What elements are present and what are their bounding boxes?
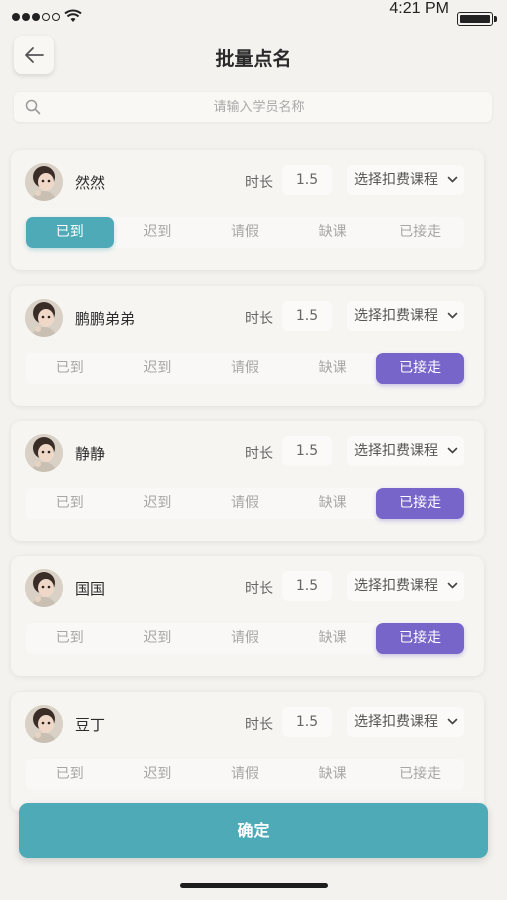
course-select-label: 选择扣费课程: [354, 578, 438, 594]
avatar: [25, 705, 63, 743]
duration-input[interactable]: [282, 301, 332, 331]
search-input[interactable]: [54, 92, 464, 122]
course-select[interactable]: 选择扣费课程: [347, 571, 464, 601]
chevron-down-icon: [447, 176, 458, 183]
nav-bar: 批量点名: [0, 34, 507, 78]
avatar: [25, 434, 63, 472]
duration-input[interactable]: [282, 571, 332, 601]
student-name: 然然: [75, 174, 106, 192]
confirm-button[interactable]: 确定: [19, 803, 488, 858]
duration-input[interactable]: [282, 165, 332, 195]
avatar: [25, 299, 63, 337]
status-option[interactable]: 已接走: [376, 488, 464, 519]
duration-label: 时长: [245, 446, 273, 462]
status-option[interactable]: 已到: [26, 488, 114, 519]
status-option[interactable]: 请假: [201, 353, 289, 384]
course-select-label: 选择扣费课程: [354, 443, 438, 459]
student-card: 然然 时长 选择扣费课程已到迟到请假缺课已接走: [11, 150, 484, 270]
duration-label: 时长: [245, 175, 273, 191]
status-option[interactable]: 缺课: [289, 217, 377, 248]
status-option[interactable]: 迟到: [114, 488, 202, 519]
course-select[interactable]: 选择扣费课程: [347, 165, 464, 195]
status-option[interactable]: 已接走: [376, 217, 464, 248]
status-option[interactable]: 已接走: [376, 623, 464, 654]
course-select-label: 选择扣费课程: [354, 714, 438, 730]
student-name: 国国: [75, 580, 106, 598]
chevron-down-icon: [447, 447, 458, 454]
student-card: 鹏鹏弟弟 时长 选择扣费课程已到迟到请假缺课已接走: [11, 286, 484, 406]
student-name: 鹏鹏弟弟: [75, 310, 136, 328]
status-option[interactable]: 请假: [201, 623, 289, 654]
status-option[interactable]: 缺课: [289, 353, 377, 384]
attendance-status-group: 已到 迟到 请假 缺课 已接走: [26, 623, 464, 654]
duration-label: 时长: [245, 311, 273, 327]
attendance-status-group: 已到 迟到 请假 缺课 已接走: [26, 217, 464, 248]
duration-input[interactable]: [282, 707, 332, 737]
status-option[interactable]: 已接走: [376, 759, 464, 790]
chevron-down-icon: [447, 312, 458, 319]
avatar: [25, 569, 63, 607]
search-bar[interactable]: [14, 92, 492, 122]
status-option[interactable]: 请假: [201, 217, 289, 248]
status-option[interactable]: 已到: [26, 217, 114, 248]
course-select-label: 选择扣费课程: [354, 308, 438, 324]
attendance-status-group: 已到 迟到 请假 缺课 已接走: [26, 488, 464, 519]
student-card: 豆丁 时长 选择扣费课程已到迟到请假缺课已接走: [11, 692, 484, 812]
status-option[interactable]: 缺课: [289, 759, 377, 790]
duration-input[interactable]: [282, 436, 332, 466]
search-icon: [25, 99, 41, 115]
course-select[interactable]: 选择扣费课程: [347, 707, 464, 737]
status-option[interactable]: 迟到: [114, 623, 202, 654]
status-option[interactable]: 已接走: [376, 353, 464, 384]
status-option[interactable]: 迟到: [114, 353, 202, 384]
course-select-label: 选择扣费课程: [354, 172, 438, 188]
status-time: 4:21 PM: [389, 0, 449, 17]
status-option[interactable]: 请假: [201, 488, 289, 519]
page-title: 批量点名: [215, 48, 292, 70]
status-option[interactable]: 已到: [26, 759, 114, 790]
status-option[interactable]: 已到: [26, 623, 114, 654]
course-select[interactable]: 选择扣费课程: [347, 436, 464, 466]
attendance-status-group: 已到 迟到 请假 缺课 已接走: [26, 353, 464, 384]
status-bar: 4:21 PM: [0, 0, 507, 36]
status-option[interactable]: 已到: [26, 353, 114, 384]
home-indicator: [180, 883, 328, 888]
duration-label: 时长: [245, 717, 273, 733]
duration-label: 时长: [245, 581, 273, 597]
chevron-down-icon: [447, 582, 458, 589]
student-card: 国国 时长 选择扣费课程已到迟到请假缺课已接走: [11, 556, 484, 676]
student-name: 静静: [75, 445, 106, 463]
battery-icon: [457, 12, 497, 26]
course-select[interactable]: 选择扣费课程: [347, 301, 464, 331]
student-name: 豆丁: [75, 716, 106, 734]
attendance-status-group: 已到 迟到 请假 缺课 已接走: [26, 759, 464, 790]
chevron-down-icon: [447, 718, 458, 725]
status-option[interactable]: 缺课: [289, 488, 377, 519]
avatar: [25, 163, 63, 201]
status-option[interactable]: 请假: [201, 759, 289, 790]
status-option[interactable]: 迟到: [114, 759, 202, 790]
status-option[interactable]: 缺课: [289, 623, 377, 654]
student-card: 静静 时长 选择扣费课程已到迟到请假缺课已接走: [11, 421, 484, 541]
status-option[interactable]: 迟到: [114, 217, 202, 248]
